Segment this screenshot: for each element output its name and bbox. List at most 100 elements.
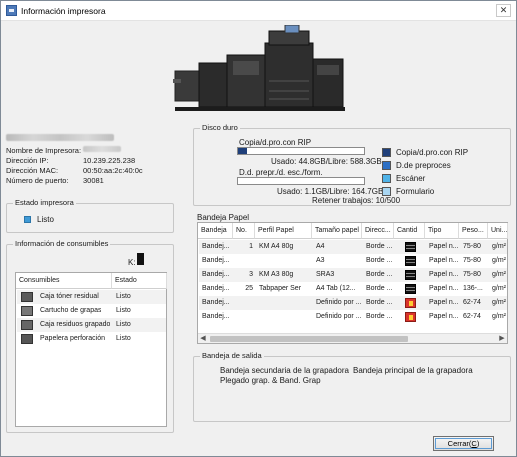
tray-cell-bandeja: Bandej... xyxy=(202,271,230,278)
close-window-button[interactable]: ✕ xyxy=(496,4,511,17)
tray-cell-tipo: Papel n... xyxy=(429,285,459,292)
paper-empty-icon xyxy=(405,298,416,308)
paper-full-icon xyxy=(405,242,416,252)
tray-cell-tamano: Definido por ... xyxy=(316,313,362,320)
tray-col-header[interactable]: Bandeja xyxy=(198,223,233,239)
printer-app-icon xyxy=(6,5,17,16)
trays-horizontal-scrollbar[interactable]: ◀ ▶ xyxy=(198,333,507,343)
tray-cell-peso: 75-80 xyxy=(463,243,481,250)
table-row[interactable]: Cartucho de grapas Listo xyxy=(17,304,166,318)
k-toner-label: K: xyxy=(128,258,136,267)
consumables-col-header[interactable]: Consumibles xyxy=(16,273,112,289)
consumable-name: Caja tóner residual xyxy=(40,293,99,300)
legend-preproc-swatch xyxy=(382,161,391,170)
table-row[interactable]: Bandej... Definido por ... Borde ... Papel … xyxy=(199,310,507,324)
table-row[interactable]: Bandej... A3 Borde ... Papel n... 75-80 g/m² xyxy=(199,254,507,268)
tray-cell-direccion: Borde ... xyxy=(366,285,393,292)
tray-cell-perfil: Tabpaper Ser xyxy=(259,285,302,292)
legend-scanner-swatch xyxy=(382,174,391,183)
k-toner-level-icon xyxy=(137,253,144,265)
staple-waste-icon xyxy=(21,320,33,330)
table-row[interactable]: Bandej... Definido por ... Borde ... Papel … xyxy=(199,296,507,310)
tray-cell-peso: 62-74 xyxy=(463,313,481,320)
tray-cell-direccion: Borde ... xyxy=(366,243,393,250)
tray-cell-tipo: Papel n... xyxy=(429,243,459,250)
direction-col-header[interactable]: Direcc... xyxy=(362,223,394,239)
window-title: Información impresora xyxy=(21,6,106,16)
output-tray-fold-staple: Plegado grap. & Band. Grap xyxy=(220,376,321,385)
scroll-right-icon[interactable]: ▶ xyxy=(497,334,507,344)
retain-jobs-text: Retener trabajos: 10/500 xyxy=(312,196,401,205)
legend-preproc-label: D.de preproces xyxy=(396,161,451,170)
tray-cell-bandeja: Bandej... xyxy=(202,285,230,292)
tray-cell-uni: g/m² xyxy=(492,299,506,306)
disk-group: Disco duro Copia/d.pro.con RIP Usado: 44… xyxy=(193,123,511,206)
profile-col-header[interactable]: Perfil Papel xyxy=(255,223,312,239)
tray-cell-no xyxy=(234,296,256,310)
tray-cell-tamano: Definido por ... xyxy=(316,299,362,306)
table-row[interactable]: Bandej... 1 KM A4 80g A4 Borde ... Papel n...… xyxy=(199,240,507,254)
legend-copy-label: Copia/d.pro.con RIP xyxy=(396,148,469,157)
size-col-header[interactable]: Tamaño papel xyxy=(312,223,362,239)
tray-cell-uni: g/m² xyxy=(492,243,506,250)
tray-cell-peso: 136-... xyxy=(463,285,483,292)
tray-cell-no: 1 xyxy=(249,243,253,250)
tray-cell-direccion: Borde ... xyxy=(366,299,393,306)
consumables-group: Información de consumibles K: Consumible… xyxy=(6,239,174,433)
paper-full-icon xyxy=(405,284,416,294)
weight-col-header[interactable]: Peso... xyxy=(459,223,488,239)
tray-cell-no: 25 xyxy=(245,285,253,292)
consumable-status: Listo xyxy=(116,293,131,300)
table-row[interactable]: Caja residuos grapado Listo xyxy=(17,318,166,332)
consumable-name: Cartucho de grapas xyxy=(40,307,102,314)
consumables-table: Consumibles Estado Caja tóner residual L… xyxy=(15,272,167,427)
table-row[interactable]: Papelera perforación Listo xyxy=(17,332,166,346)
scroll-left-icon[interactable]: ◀ xyxy=(198,334,208,344)
output-trays-title: Bandeja de salida xyxy=(200,351,264,360)
title-bar: Información impresora ✕ xyxy=(1,1,516,21)
ip-label: Dirección IP: xyxy=(6,156,49,165)
disk-title: Disco duro xyxy=(200,123,240,132)
type-col-header[interactable]: Tipo xyxy=(425,223,459,239)
output-tray-main-stapler: Bandeja principal de la grapadora xyxy=(353,366,473,375)
close-button[interactable]: Cerrar(C) xyxy=(433,436,494,451)
no-col-header[interactable]: No. xyxy=(233,223,255,239)
printer-name-value-redacted xyxy=(83,146,121,152)
tray-cell-uni: g/m² xyxy=(492,257,506,264)
ip-value: 10.239.225.238 xyxy=(83,156,136,165)
paper-full-icon xyxy=(405,256,416,266)
quantity-col-header[interactable]: Cantid xyxy=(394,223,425,239)
tray-cell-no xyxy=(234,310,256,324)
toner-box-icon xyxy=(21,292,33,302)
tray-cell-bandeja: Bandej... xyxy=(202,243,230,250)
tray-cell-uni: g/m² xyxy=(492,285,506,292)
printer-info-window: Información impresora ✕ Nombre de Impres… xyxy=(0,0,517,457)
consumables-title: Información de consumibles xyxy=(13,239,111,248)
table-row[interactable]: Bandej... 3 KM A3 80g SRA3 Borde ... Papel n.… xyxy=(199,268,507,282)
staple-cartridge-icon xyxy=(21,306,33,316)
port-value: 30081 xyxy=(83,176,104,185)
mac-value: 00:50:aa:2c:40:0c xyxy=(83,166,143,175)
consumable-name: Caja residuos grapado xyxy=(40,321,111,328)
tray-cell-perfil xyxy=(256,254,313,268)
tray-cell-tamano: A4 xyxy=(316,243,325,250)
printer-status-value: Listo xyxy=(37,215,54,224)
close-button-label: Cerrar(C) xyxy=(447,439,480,448)
trays-title: Bandeja Papel xyxy=(197,213,250,222)
tray-cell-tipo: Papel n... xyxy=(429,299,459,306)
tray-cell-direccion: Borde ... xyxy=(366,257,393,264)
paper-full-icon xyxy=(405,270,416,280)
table-row[interactable]: Caja tóner residual Listo xyxy=(17,290,166,304)
unit-col-header[interactable]: Uni... xyxy=(488,223,508,239)
printer-image xyxy=(173,25,345,111)
status-col-header[interactable]: Estado xyxy=(112,273,167,289)
copy-disk-usage-text: Usado: 44.8GB/Libre: 588.3GB xyxy=(271,157,382,166)
table-row[interactable]: Bandej... 25 Tabpaper Ser A4 Tab (12... Bord… xyxy=(199,282,507,296)
tray-cell-perfil: KM A4 80g xyxy=(259,243,294,250)
scroll-thumb[interactable] xyxy=(210,336,408,342)
consumable-name: Papelera perforación xyxy=(40,335,105,342)
tray-cell-tipo: Papel n... xyxy=(429,271,459,278)
copy-disk-usage-fill xyxy=(238,148,247,154)
copy-disk-usage-bar xyxy=(237,147,365,155)
trays-table: Bandeja No. Perfil Papel Tamaño papel Di… xyxy=(197,222,508,344)
